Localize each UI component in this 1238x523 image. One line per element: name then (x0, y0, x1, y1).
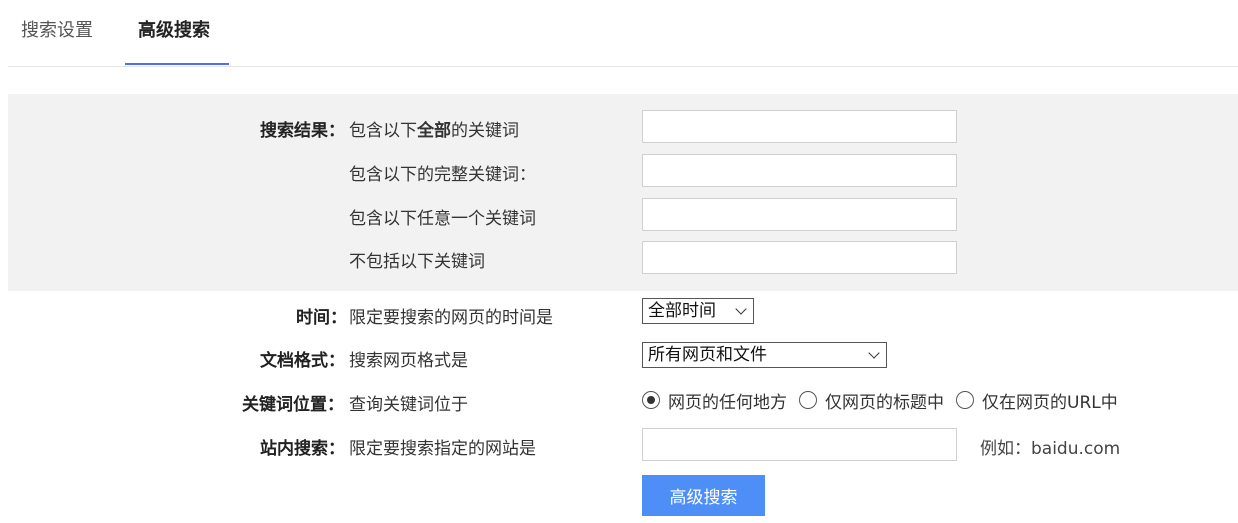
radio-unchecked-icon[interactable] (799, 391, 817, 409)
radio-title[interactable]: 仅网页的标题中 (799, 388, 944, 413)
radio-checked-icon[interactable] (642, 391, 660, 409)
advanced-search-button[interactable]: 高级搜索 (642, 475, 765, 516)
exclude-keywords-input[interactable] (642, 241, 957, 274)
tab-bar: 搜索设置 高级搜索 (8, 0, 1238, 67)
tab-advanced-search[interactable]: 高级搜索 (138, 16, 210, 42)
keyword-section (8, 94, 1238, 291)
radio-unchecked-icon[interactable] (956, 391, 974, 409)
active-tab-indicator (125, 63, 229, 65)
all-keywords-label: 包含以下全部的关键词 (349, 121, 519, 141)
time-label: 时间： (296, 308, 347, 328)
any-keywords-label: 包含以下任意一个关键词 (349, 209, 536, 229)
position-radio-group: 网页的任何地方 仅网页的标题中 仅在网页的URL中 (642, 388, 1130, 413)
chevron-down-icon (868, 347, 880, 359)
exclude-keywords-label: 不包括以下关键词 (349, 252, 485, 272)
format-select[interactable]: 所有网页和文件 (642, 342, 887, 368)
exact-phrase-label: 包含以下的完整关键词： (349, 165, 536, 185)
format-desc: 搜索网页格式是 (349, 351, 468, 371)
site-example: 例如：baidu.com (980, 439, 1121, 459)
time-select[interactable]: 全部时间 (642, 298, 754, 324)
site-label: 站内搜索： (260, 439, 345, 459)
radio-url[interactable]: 仅在网页的URL中 (956, 388, 1118, 413)
all-keywords-input[interactable] (642, 110, 957, 143)
search-results-label: 搜索结果： (260, 121, 345, 141)
chevron-down-icon (735, 303, 747, 315)
radio-anywhere[interactable]: 网页的任何地方 (642, 388, 787, 413)
position-desc: 查询关键词位于 (349, 395, 468, 415)
position-label: 关键词位置： (242, 395, 344, 415)
format-select-value: 所有网页和文件 (648, 345, 767, 365)
format-label: 文档格式： (260, 351, 345, 371)
site-input[interactable] (642, 428, 957, 461)
time-desc: 限定要搜索的网页的时间是 (349, 308, 553, 328)
site-desc: 限定要搜索指定的网站是 (349, 439, 536, 459)
any-keywords-input[interactable] (642, 198, 957, 231)
exact-phrase-input[interactable] (642, 154, 957, 187)
tab-search-settings[interactable]: 搜索设置 (21, 16, 93, 42)
time-select-value: 全部时间 (648, 301, 716, 321)
